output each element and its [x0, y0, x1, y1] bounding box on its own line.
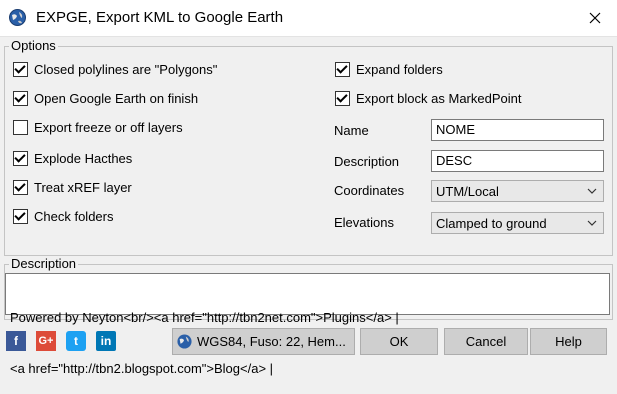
checkbox[interactable]	[13, 62, 28, 77]
description-line-1: Powered by Neyton<br/><a href="http://tb…	[10, 310, 399, 325]
check-label: Open Google Earth on finish	[34, 91, 199, 106]
check-export-freeze-layers[interactable]: Export freeze or off layers	[13, 120, 183, 135]
check-label: Explode Hacthes	[34, 151, 133, 166]
close-button[interactable]	[575, 2, 615, 34]
chevron-down-icon	[587, 220, 597, 226]
checkbox[interactable]	[13, 151, 28, 166]
check-label: Export block as MarkedPoint	[356, 91, 522, 106]
close-icon	[589, 12, 601, 24]
chevron-down-icon	[587, 188, 597, 194]
check-label: Export freeze or off layers	[34, 120, 183, 135]
description-field[interactable]: DESC	[431, 150, 604, 172]
checkbox[interactable]	[13, 209, 28, 224]
checkbox[interactable]	[335, 62, 350, 77]
check-label: Check folders	[34, 209, 114, 224]
check-expand-folders[interactable]: Expand folders	[335, 62, 443, 77]
datum-button[interactable]: WGS84, Fuso: 22, Hem...	[172, 328, 355, 355]
globe-icon	[9, 9, 26, 26]
checkbox[interactable]	[335, 91, 350, 106]
linkedin-icon[interactable]: in	[96, 331, 116, 351]
elevations-value: Clamped to ground	[436, 215, 547, 231]
cancel-button[interactable]: Cancel	[444, 328, 528, 355]
check-label: Closed polylines are "Polygons"	[34, 62, 218, 77]
checkbox[interactable]	[13, 120, 28, 135]
check-explode-hatches[interactable]: Explode Hacthes	[13, 151, 132, 166]
check-export-block-markedpoint[interactable]: Export block as MarkedPoint	[335, 91, 521, 106]
check-treat-xref[interactable]: Treat xREF layer	[13, 180, 132, 195]
check-label: Expand folders	[356, 62, 443, 77]
description-line-2: <a href="http://tbn2.blogspot.com">Blog<…	[10, 361, 274, 376]
description-textarea[interactable]: Powered by Neyton<br/><a href="http://tb…	[5, 273, 610, 376]
checkbox[interactable]	[13, 180, 28, 195]
description-label: Description	[334, 154, 400, 169]
globe-icon	[177, 334, 192, 349]
elevations-label: Elevations	[334, 215, 394, 230]
coordinates-label: Coordinates	[334, 183, 405, 198]
coordinates-value: UTM/Local	[436, 183, 499, 199]
options-group-label: Options	[9, 38, 58, 53]
check-closed-polylines[interactable]: Closed polylines are "Polygons"	[13, 62, 217, 77]
check-open-google-earth[interactable]: Open Google Earth on finish	[13, 91, 198, 106]
title-bar: EXPGE, Export KML to Google Earth	[0, 0, 617, 37]
checkbox[interactable]	[13, 91, 28, 106]
help-button[interactable]: Help	[530, 328, 607, 355]
window-title: EXPGE, Export KML to Google Earth	[36, 9, 284, 26]
check-label: Treat xREF layer	[34, 180, 132, 195]
datum-label: WGS84, Fuso: 22, Hem...	[197, 334, 346, 349]
coordinates-select[interactable]: UTM/Local	[431, 180, 604, 202]
name-field[interactable]: NOME	[431, 119, 604, 141]
ok-button[interactable]: OK	[360, 328, 438, 355]
twitter-icon[interactable]: t	[66, 331, 86, 351]
facebook-icon[interactable]: f	[6, 331, 26, 351]
check-folders[interactable]: Check folders	[13, 209, 113, 224]
name-label: Name	[334, 123, 369, 138]
google-plus-icon[interactable]: G+	[36, 331, 56, 351]
description-group-label: Description	[9, 256, 79, 271]
elevations-select[interactable]: Clamped to ground	[431, 212, 604, 234]
